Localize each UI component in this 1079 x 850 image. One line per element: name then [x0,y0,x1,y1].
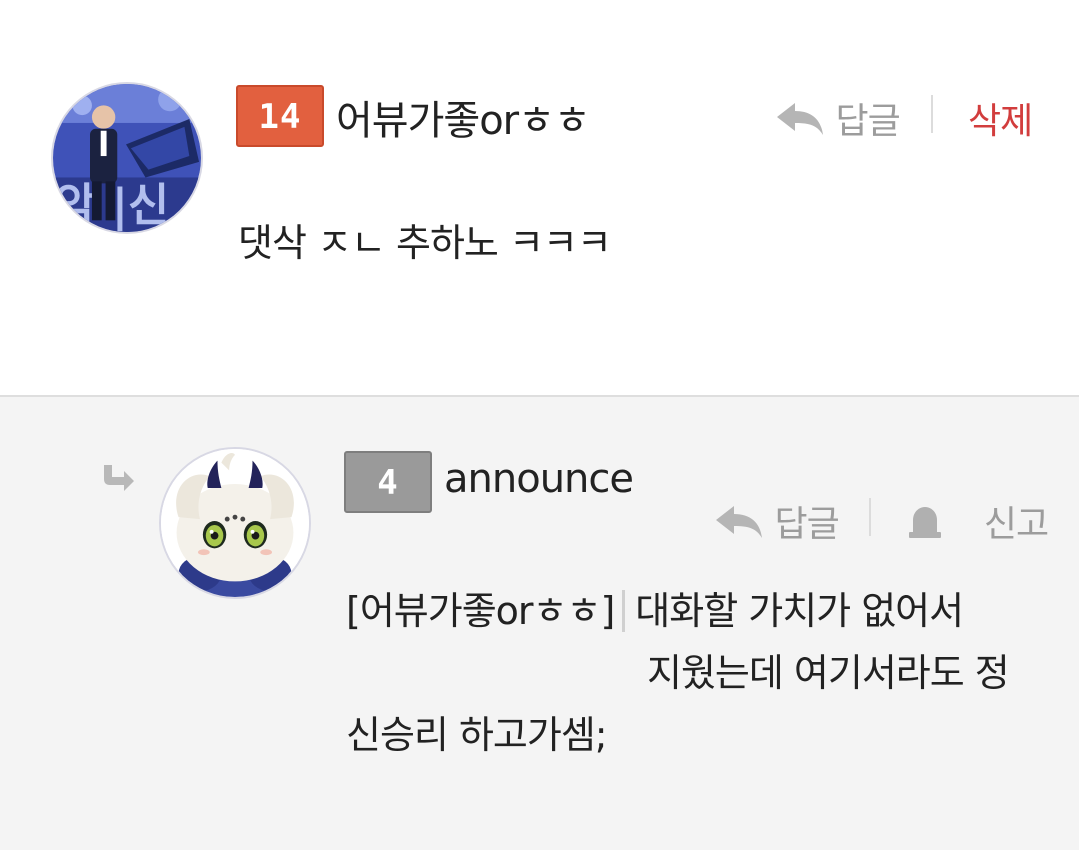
reply-icon [775,99,825,148]
avatar-photo: 악 |신 [53,84,201,232]
body-text-line-2: 지웠는데 여기서라도 정 [647,651,1010,695]
reply-button[interactable]: 답글 [714,495,840,551]
body-text-line-3: 신승리 하고가셈; [346,713,608,757]
reply-label: 답글 [774,504,839,545]
comment-item: 악 |신 14 어뷰가좋orㅎㅎ 답글 삭제 댓삭 ㅈㄴ 추하노 ㅋㅋㅋ [0,0,1079,395]
reply-comment-item: 4 announce 답글 신고 [어뷰가좋orㅎㅎ] 대화할 가치가 없어서 지… [0,397,1079,850]
level-badge: 14 [236,85,324,147]
comment-body: 댓삭 ㅈㄴ 추하노 ㅋㅋㅋ [238,221,612,265]
body-text-line-1: 대화할 가치가 없어서 [635,589,964,633]
body-line: 지웠는데 여기서라도 정 [346,642,1046,704]
action-divider [869,498,871,536]
avatar-illustration [161,449,309,597]
reply-label: 답글 [835,101,900,142]
reply-icon [714,502,764,551]
username[interactable]: announce [444,456,634,502]
avatar[interactable]: 악 |신 [51,82,203,234]
body-line: 신승리 하고가셈; [346,704,1046,766]
delete-button[interactable]: 삭제 [968,92,1033,144]
quoted-username[interactable]: [어뷰가좋orㅎㅎ] [346,589,615,633]
report-label: 신고 [983,504,1049,545]
reply-indent-arrow-icon [100,463,136,497]
siren-icon [905,502,945,551]
reply-button[interactable]: 답글 [775,92,901,148]
quote-divider [622,590,626,632]
avatar[interactable] [159,447,311,599]
comment-body: [어뷰가좋orㅎㅎ] 대화할 가치가 없어서 지웠는데 여기서라도 정 신승리 하… [346,580,1046,766]
level-badge: 4 [344,451,432,513]
action-divider [931,95,933,133]
body-line: [어뷰가좋orㅎㅎ] 대화할 가치가 없어서 [346,580,1046,642]
report-button[interactable]: 신고 [905,495,1049,551]
username[interactable]: 어뷰가좋orㅎㅎ [336,88,591,146]
